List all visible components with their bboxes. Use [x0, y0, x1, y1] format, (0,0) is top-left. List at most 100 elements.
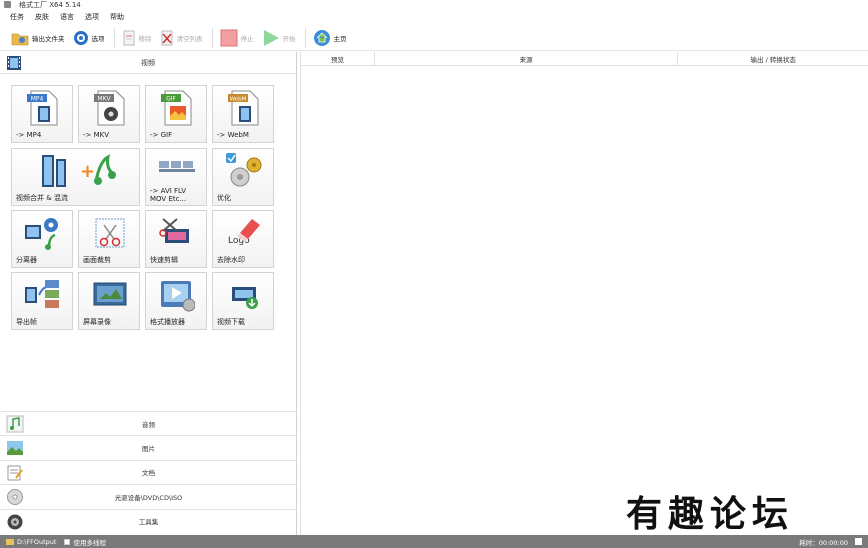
player-icon: [161, 281, 195, 312]
elapsed-time: 耗时：00:00:00: [799, 538, 848, 547]
tile-format-player[interactable]: 格式播放器: [145, 272, 207, 330]
section-toolbox[interactable]: 工具集: [0, 508, 297, 533]
gif-file-icon: GIF: [161, 90, 192, 126]
menu-options[interactable]: 选项: [85, 12, 99, 22]
music-note-icon: [6, 415, 24, 433]
options-button[interactable]: 选项: [70, 27, 108, 49]
tile-splitter[interactable]: 分离器: [11, 210, 73, 268]
multi-format-icon: [159, 161, 195, 172]
section-document[interactable]: 文档: [0, 459, 297, 484]
clear-icon: [161, 30, 172, 45]
export-frames-icon: [25, 280, 59, 308]
mp4-file-icon: MP4: [27, 90, 58, 126]
disc-icon: [7, 489, 23, 506]
tile-label: -> GIF: [150, 131, 173, 139]
shutdown-checkbox[interactable]: [855, 538, 862, 545]
tile-label: 优化: [217, 194, 231, 202]
column-source[interactable]: 来源: [375, 52, 679, 65]
function-panel: 视频 MP4 -> MP4 MKV -> MKV GIF -> GIF WebM…: [0, 52, 297, 535]
play-icon: [263, 29, 279, 46]
tile-video-download[interactable]: 视频下载: [212, 272, 274, 330]
mkv-file-icon: MKV: [94, 90, 125, 126]
mkv-badge: MKV: [97, 96, 111, 103]
toolbar-separator: [211, 27, 213, 48]
tile-to-avi-flv-mov[interactable]: -> AVI FLV MOV Etc...: [145, 148, 207, 206]
eraser-logo-icon: Logo: [228, 219, 260, 246]
video-download-icon: [232, 287, 258, 309]
tile-to-gif[interactable]: GIF -> GIF: [145, 85, 207, 143]
output-path[interactable]: D:\FFOutput: [17, 538, 56, 546]
toolbar-separator: [113, 27, 115, 48]
menu-bar: 任务 皮肤 语言 选项 帮助: [0, 10, 868, 24]
tile-label: -> MKV: [83, 131, 110, 139]
tile-label: -> MP4: [16, 131, 42, 139]
webm-badge: WebM: [230, 97, 247, 103]
tile-to-mkv[interactable]: MKV -> MKV: [78, 85, 140, 143]
options-icon: [73, 30, 88, 45]
screen-record-icon: [93, 282, 127, 306]
column-output-status[interactable]: 输出 / 转换状态: [678, 52, 868, 65]
tile-quick-clip[interactable]: 快速剪辑: [145, 210, 207, 268]
menu-help[interactable]: 帮助: [110, 12, 124, 22]
home-icon: [313, 29, 330, 46]
mp4-badge: MP4: [31, 96, 44, 103]
window-title: 格式工厂 X64 5.14: [19, 0, 81, 9]
tile-label: 导出帧: [16, 318, 37, 326]
crop-scissors-icon: [95, 218, 125, 248]
task-table-header: 预览 来源 输出 / 转换状态: [301, 52, 868, 66]
menu-task[interactable]: 任务: [10, 12, 24, 22]
gear-icon: [226, 153, 262, 187]
stop-icon: [220, 29, 237, 46]
section-audio[interactable]: 音频: [0, 411, 297, 435]
picture-icon: [7, 441, 23, 456]
start-button[interactable]: 开始: [259, 27, 299, 49]
output-folder-button[interactable]: 输出文件夹: [8, 27, 68, 49]
tile-label: 画面裁剪: [83, 256, 111, 264]
tile-optimize[interactable]: 优化: [212, 148, 274, 206]
tile-label: 分离器: [16, 256, 37, 264]
toolbox-icon: [7, 514, 23, 530]
tile-label: -> AVI FLV MOV Etc...: [150, 187, 187, 203]
tile-label: 快速剪辑: [150, 256, 178, 264]
tile-to-webm[interactable]: WebM -> WebM: [212, 85, 274, 143]
gif-badge: GIF: [166, 96, 176, 103]
document-icon: [7, 465, 23, 481]
video-section-label: 视频: [141, 58, 155, 67]
menu-language[interactable]: 语言: [60, 12, 74, 22]
toolbar-separator: [304, 27, 306, 48]
toolbar: 输出文件夹 选项 移除 清空列表 停止 开始 主页: [0, 25, 868, 51]
splitter-icon: [25, 218, 58, 250]
tile-remove-watermark[interactable]: Logo 去除水印: [212, 210, 274, 268]
multithread-checkbox[interactable]: [64, 538, 71, 545]
multithread-label: 使用多线程: [73, 538, 106, 547]
tile-label: 格式播放器: [150, 318, 185, 326]
home-button[interactable]: 主页: [310, 27, 350, 49]
tile-label: 视频下载: [217, 318, 245, 326]
remove-button[interactable]: 移除: [119, 27, 155, 49]
column-preview[interactable]: 预览: [301, 52, 375, 65]
title-bar: 格式工厂 X64 5.14: [0, 0, 868, 9]
tile-video-merge-mux[interactable]: + 视频合并 & 混流: [11, 148, 140, 206]
stop-button[interactable]: 停止: [217, 27, 257, 49]
folder-icon: [11, 33, 29, 45]
tile-crop[interactable]: 画面裁剪: [78, 210, 140, 268]
video-section-header[interactable]: 视频: [0, 52, 296, 74]
tile-label: 去除水印: [217, 256, 245, 264]
category-list: 音频 图片 文档 光驱设备\DVD\CD\ISO 工具集: [0, 411, 297, 533]
tile-label: 屏幕录像: [83, 318, 111, 326]
tile-screen-record[interactable]: 屏幕录像: [78, 272, 140, 330]
app-icon: [4, 1, 11, 8]
tile-to-mp4[interactable]: MP4 -> MP4: [11, 85, 73, 143]
folder-icon: [6, 538, 14, 545]
watermark: 有趣论坛: [626, 493, 795, 535]
tile-export-frames[interactable]: 导出帧: [11, 272, 73, 330]
webm-file-icon: WebM: [228, 90, 259, 126]
film-icon: [7, 56, 21, 70]
task-list-panel[interactable]: 预览 来源 输出 / 转换状态: [300, 52, 868, 535]
tile-label: 视频合并 & 混流: [16, 194, 68, 202]
section-image[interactable]: 图片: [0, 435, 297, 459]
section-disc[interactable]: 光驱设备\DVD\CD\ISO: [0, 484, 297, 508]
clear-list-button[interactable]: 清空列表: [157, 27, 206, 49]
merge-video-audio-icon: +: [42, 154, 116, 187]
menu-skin[interactable]: 皮肤: [35, 12, 49, 22]
